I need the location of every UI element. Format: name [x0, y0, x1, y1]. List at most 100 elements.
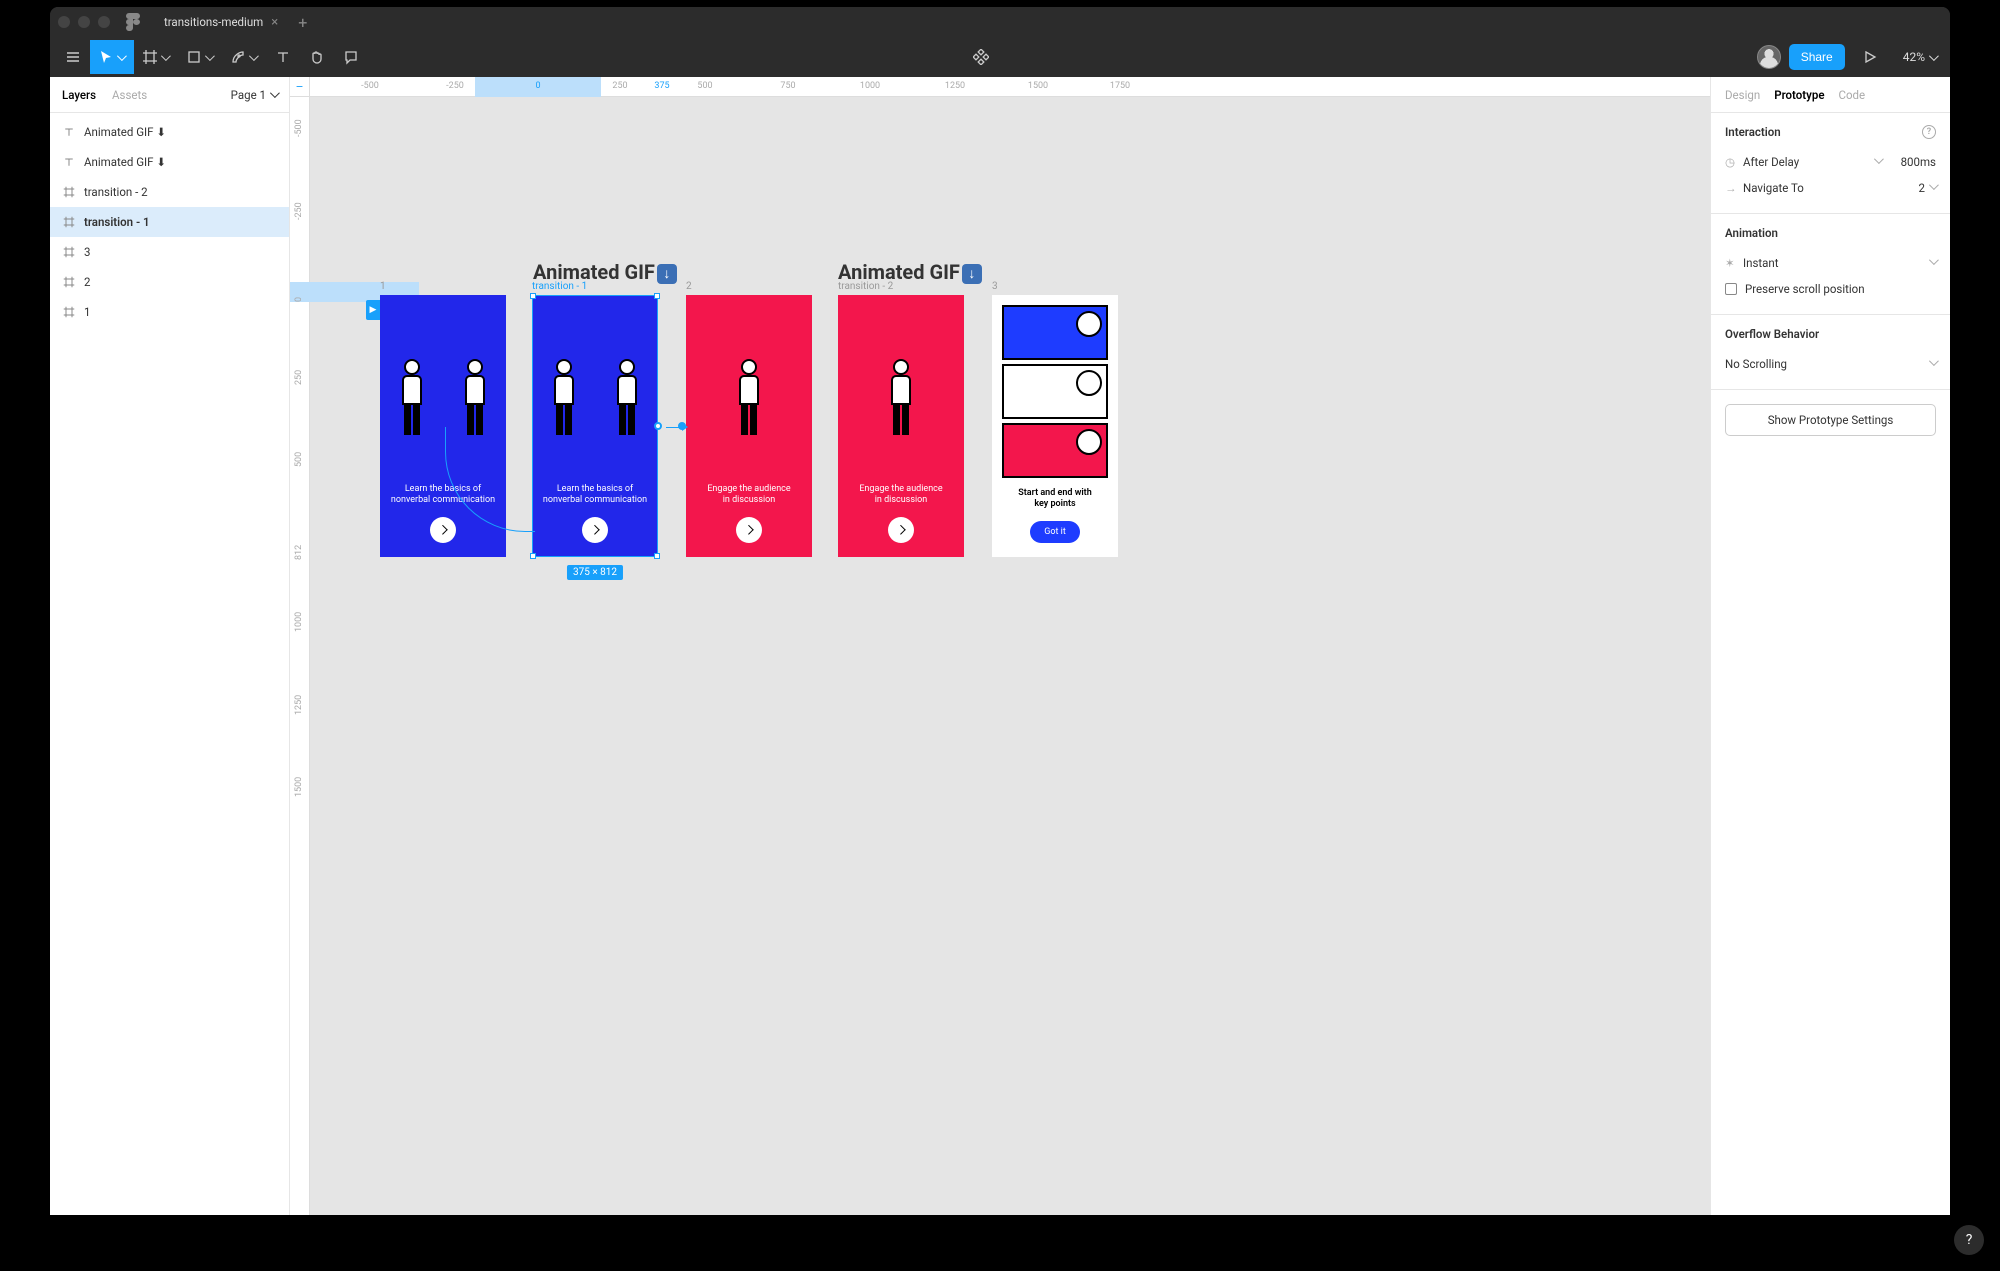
trigger-label: After Delay: [1743, 155, 1870, 169]
component-icon[interactable]: [964, 40, 998, 74]
prototype-start-icon[interactable]: ▶: [366, 300, 380, 320]
clock-icon: ◷: [1725, 155, 1743, 169]
layer-name: Animated GIF ⬇: [84, 155, 166, 169]
zoom-dropdown[interactable]: 42%: [1895, 50, 1944, 64]
inspector-panel: Design Prototype Code Interaction? ◷ Aft…: [1710, 77, 1950, 1215]
tab-prototype[interactable]: Prototype: [1774, 88, 1824, 102]
frame-label[interactable]: 2: [686, 281, 692, 292]
selection-dimensions: 375 × 812: [567, 565, 623, 580]
layer-item[interactable]: 1: [50, 297, 289, 327]
frame-icon: [62, 245, 76, 259]
figma-logo-icon: [126, 13, 140, 31]
canvas[interactable]: – -500-25002503755007501000125015001750 …: [290, 77, 1710, 1215]
file-tab[interactable]: transitions-medium ×: [154, 7, 288, 37]
tab-layers[interactable]: Layers: [62, 88, 96, 102]
window-close[interactable]: [58, 16, 70, 28]
action-dropdown[interactable]: → Navigate To 2: [1725, 175, 1936, 201]
hand-tool[interactable]: [300, 40, 334, 74]
user-avatar[interactable]: [1757, 45, 1781, 69]
shape-tool[interactable]: [178, 40, 222, 74]
page-dropdown[interactable]: Page 1: [231, 88, 277, 102]
pen-tool[interactable]: [222, 40, 266, 74]
prototype-connector[interactable]: [654, 422, 662, 430]
animation-type: Instant: [1743, 256, 1925, 270]
down-arrow-icon: [962, 264, 982, 284]
move-tool[interactable]: [90, 40, 134, 74]
app-window: transitions-medium × +: [50, 7, 1950, 1215]
prototype-arrow-icon: [682, 423, 688, 431]
interaction-title: Interaction: [1725, 125, 1781, 139]
zoom-value: 42%: [1903, 50, 1925, 64]
new-tab-button[interactable]: +: [288, 13, 317, 32]
layer-name: 2: [84, 275, 90, 289]
trigger-value: 800ms: [1901, 155, 1936, 169]
layer-item[interactable]: Animated GIF ⬇: [50, 147, 289, 177]
tab-assets[interactable]: Assets: [112, 88, 147, 102]
layer-item[interactable]: transition - 1: [50, 207, 289, 237]
menu-button[interactable]: [56, 40, 90, 74]
comment-tool[interactable]: [334, 40, 368, 74]
file-tab-title: transitions-medium: [164, 15, 263, 29]
overflow-title: Overflow Behavior: [1725, 327, 1819, 341]
frame-label[interactable]: transition - 1: [532, 281, 587, 292]
close-tab-icon[interactable]: ×: [271, 15, 278, 30]
tab-code[interactable]: Code: [1839, 88, 1866, 102]
action-label: Navigate To: [1743, 181, 1899, 195]
frame-label[interactable]: transition - 2: [838, 281, 893, 292]
action-value: 2: [1919, 181, 1925, 195]
text-tool[interactable]: [266, 40, 300, 74]
frame-tool[interactable]: [134, 40, 178, 74]
ruler-origin: –: [290, 77, 310, 97]
overflow-value: No Scrolling: [1725, 357, 1925, 371]
next-arrow-button[interactable]: [430, 517, 456, 543]
help-icon[interactable]: ?: [1922, 125, 1936, 139]
layer-name: transition - 1: [84, 215, 150, 229]
next-arrow-button[interactable]: [736, 517, 762, 543]
mask-icon[interactable]: [1002, 40, 1036, 74]
frame-caption: Engage the audience in discussion: [697, 484, 800, 507]
animation-title: Animation: [1725, 226, 1778, 240]
frame-2[interactable]: 2 Engage the audience in discussion: [686, 295, 812, 557]
page-label: Page 1: [231, 88, 266, 102]
present-button[interactable]: [1853, 40, 1887, 74]
trigger-dropdown[interactable]: ◷ After Delay 800ms: [1725, 149, 1936, 175]
text-icon: [62, 155, 76, 169]
checkbox-icon: [1725, 283, 1737, 295]
layer-item[interactable]: 2: [50, 267, 289, 297]
down-arrow-icon: [657, 264, 677, 284]
got-it-button[interactable]: Got it: [1030, 521, 1080, 543]
frame-transition - 2[interactable]: transition - 2 Engage the audience in di…: [838, 295, 964, 557]
frame-transition - 1[interactable]: transition - 1 Learn the basics of nonve…: [532, 295, 658, 557]
window-zoom[interactable]: [98, 16, 110, 28]
frame-caption: Learn the basics of nonverbal communicat…: [533, 484, 657, 507]
frame-caption: Engage the audience in discussion: [849, 484, 952, 507]
arrow-right-icon: →: [1725, 181, 1743, 195]
frame-icon: [62, 305, 76, 319]
next-arrow-button[interactable]: [582, 517, 608, 543]
text-icon: [62, 125, 76, 139]
frame-caption: Start and end with key points: [1008, 488, 1101, 511]
frame-icon: [62, 275, 76, 289]
layer-item[interactable]: transition - 2: [50, 177, 289, 207]
layer-item[interactable]: 3: [50, 237, 289, 267]
layer-name: transition - 2: [84, 185, 148, 199]
layer-name: Animated GIF ⬇: [84, 125, 166, 139]
animation-type-dropdown[interactable]: ✶ Instant: [1725, 250, 1936, 276]
layer-name: 3: [84, 245, 90, 259]
ruler-vertical: -500-2500250500812100012501500: [290, 97, 310, 1215]
titlebar: transitions-medium × +: [50, 7, 1950, 37]
frame-label[interactable]: 3: [992, 281, 998, 292]
layer-item[interactable]: Animated GIF ⬇: [50, 117, 289, 147]
overflow-dropdown[interactable]: No Scrolling: [1725, 351, 1936, 377]
layers-panel: Layers Assets Page 1 Animated GIF ⬇ Anim…: [50, 77, 290, 1215]
preserve-scroll-toggle[interactable]: Preserve scroll position: [1725, 276, 1936, 302]
share-button[interactable]: Share: [1789, 44, 1845, 70]
frame-3[interactable]: 3 Start and end with key pointsGot it: [992, 295, 1118, 557]
next-arrow-button[interactable]: [888, 517, 914, 543]
frame-label[interactable]: 1: [380, 281, 386, 292]
window-minimize[interactable]: [78, 16, 90, 28]
tab-design[interactable]: Design: [1725, 88, 1760, 102]
ruler-horizontal: -500-25002503755007501000125015001750: [310, 77, 1710, 97]
frame-icon: [62, 215, 76, 229]
show-prototype-settings-button[interactable]: Show Prototype Settings: [1725, 404, 1936, 436]
